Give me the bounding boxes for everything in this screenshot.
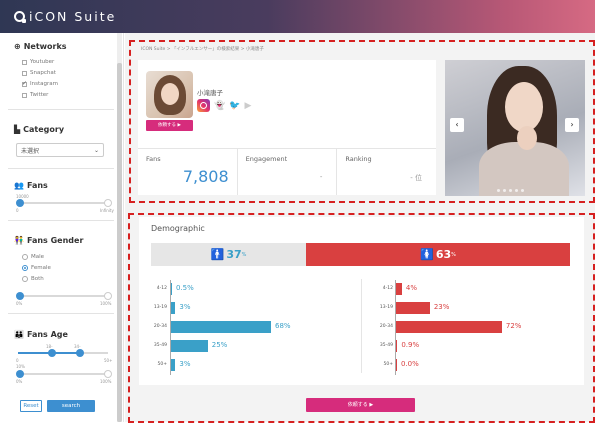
age-slider-max-label: 50+ <box>104 358 113 363</box>
gender-slider-min-label: 0% <box>16 301 23 306</box>
age-slider-high-handle[interactable] <box>76 349 84 357</box>
fans-gender-title: 👫 Fans Gender <box>14 236 84 245</box>
gender-icon: 👫 <box>14 236 24 245</box>
gender-option-both[interactable]: Both <box>22 276 44 282</box>
fans-slider-min-label: 0 <box>16 208 19 213</box>
divider <box>8 109 114 110</box>
request-button-bottom[interactable]: 依頼する ▶ <box>306 398 415 412</box>
age-range-slider[interactable] <box>18 349 108 357</box>
age-percent-slider[interactable] <box>16 370 112 378</box>
divider <box>8 313 114 314</box>
checkbox[interactable] <box>22 70 27 76</box>
networks-title: ⊕ Networks <box>14 42 67 51</box>
radio[interactable] <box>22 276 28 282</box>
logo-icon <box>14 11 26 23</box>
age-percent-min-label: 0% <box>16 379 23 384</box>
gender-slider-max-label: 100% <box>100 301 112 306</box>
top-bar: iCON Suite <box>0 0 595 33</box>
network-option-youtuber[interactable]: Youtuber <box>22 59 54 65</box>
age-percent-max-handle[interactable] <box>104 370 112 378</box>
chevron-down-icon: ⌄ <box>93 146 99 154</box>
fans-age-title: 👪 Fans Age <box>14 330 68 339</box>
category-select[interactable]: 未選択 ⌄ <box>16 143 104 157</box>
globe-icon: ⊕ <box>14 42 21 51</box>
radio[interactable] <box>22 265 28 271</box>
age-slider-low-handle[interactable] <box>48 349 56 357</box>
divider <box>8 220 114 221</box>
age-percent-max-label: 100% <box>100 379 112 384</box>
app-title: iCON Suite <box>29 9 117 24</box>
checkbox[interactable] <box>22 92 27 98</box>
network-option-twitter[interactable]: Twitter <box>22 92 48 98</box>
category-icon: ▙ <box>14 125 21 134</box>
checkbox[interactable] <box>22 80 27 87</box>
category-title: ▙ Category <box>14 125 65 134</box>
age-slider-min-label: 0 <box>16 358 19 363</box>
filter-sidebar: ⊕ Networks Youtuber Snapchat Instagram T… <box>0 33 124 422</box>
app-logo[interactable]: iCON Suite <box>14 9 116 24</box>
fans-slider-max-handle[interactable] <box>104 199 112 207</box>
fans-slider-min-handle[interactable] <box>16 199 24 207</box>
reset-button[interactable]: Reset <box>20 400 42 412</box>
group-icon: 👪 <box>14 330 24 339</box>
highlight-frame-profile <box>129 40 595 203</box>
gender-option-male[interactable]: Male <box>22 254 44 260</box>
checkbox[interactable] <box>22 59 27 65</box>
network-option-snapchat[interactable]: Snapchat <box>22 70 56 76</box>
search-button[interactable]: search <box>47 400 95 412</box>
fans-slider[interactable] <box>16 199 112 207</box>
sidebar-scrollbar-thumb[interactable] <box>117 63 122 422</box>
gender-slider-min-handle[interactable] <box>16 292 24 300</box>
users-icon: 👥 <box>14 181 24 190</box>
gender-percent-slider[interactable] <box>16 292 112 300</box>
gender-option-female[interactable]: Female <box>22 265 51 271</box>
radio[interactable] <box>22 254 28 260</box>
gender-slider-max-handle[interactable] <box>104 292 112 300</box>
divider <box>8 168 114 169</box>
age-percent-min-handle[interactable] <box>16 370 24 378</box>
highlight-frame-demographic <box>128 213 595 423</box>
fans-title: 👥 Fans <box>14 181 48 190</box>
age-percent-mid-label: 10% <box>16 364 25 369</box>
network-option-instagram[interactable]: Instagram <box>22 80 58 87</box>
fans-slider-max-label: Infinity <box>100 208 114 213</box>
